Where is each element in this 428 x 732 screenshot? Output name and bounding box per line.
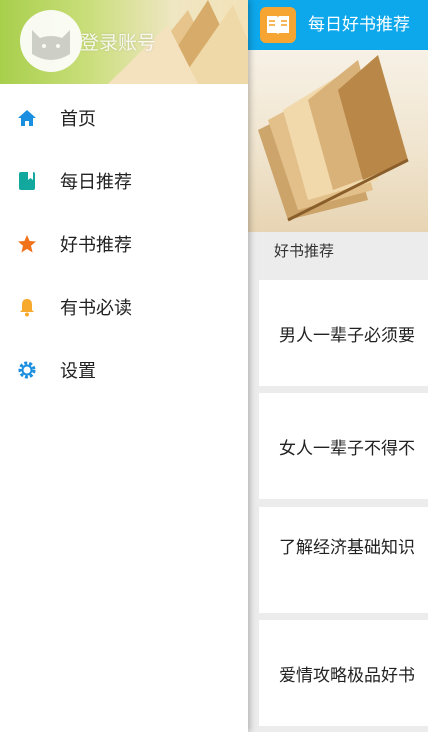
home-icon bbox=[16, 107, 38, 129]
drawer-header: 登录账号 bbox=[0, 0, 248, 84]
menu-item-label: 有书必读 bbox=[60, 297, 132, 319]
book-card-title: 爱情攻略极品好书 bbox=[279, 665, 415, 686]
menu-item-label: 好书推荐 bbox=[60, 234, 132, 256]
login-label[interactable]: 登录账号 bbox=[80, 28, 156, 55]
gear-icon bbox=[16, 359, 38, 381]
menu-item-settings[interactable]: 设置 bbox=[0, 338, 248, 401]
navigation-drawer: 登录账号 首页 每日推荐 好书推荐 有书必读 设置 bbox=[0, 0, 248, 732]
menu-item-label: 每日推荐 bbox=[60, 171, 132, 193]
star-icon bbox=[16, 233, 38, 255]
bookmark-book-icon bbox=[16, 170, 38, 192]
book-card-title: 男人一辈子必须要 bbox=[279, 325, 415, 346]
book-card-title: 了解经济基础知识 bbox=[279, 538, 415, 558]
menu-item-recommend[interactable]: 好书推荐 bbox=[0, 212, 248, 275]
book-card[interactable]: 男人一辈子必须要 bbox=[259, 280, 428, 386]
book-icon[interactable] bbox=[260, 7, 296, 43]
section-title: 好书推荐 bbox=[274, 242, 335, 260]
drawer-menu: 首页 每日推荐 好书推荐 有书必读 设置 bbox=[0, 86, 248, 401]
menu-item-label: 首页 bbox=[60, 108, 96, 130]
menu-item-daily[interactable]: 每日推荐 bbox=[0, 149, 248, 212]
menu-item-label: 设置 bbox=[60, 360, 96, 382]
book-card-title: 女人一辈子不得不 bbox=[279, 438, 415, 459]
book-card[interactable]: 爱情攻略极品好书 bbox=[259, 620, 428, 726]
banner-image[interactable] bbox=[248, 50, 428, 232]
toolbar-title: 每日好书推荐 bbox=[308, 15, 410, 35]
menu-item-must-read[interactable]: 有书必读 bbox=[0, 275, 248, 338]
bell-icon bbox=[16, 296, 38, 318]
book-card[interactable]: 女人一辈子不得不 bbox=[259, 393, 428, 499]
menu-item-home[interactable]: 首页 bbox=[0, 86, 248, 149]
cat-avatar-icon[interactable] bbox=[20, 10, 82, 72]
book-card[interactable]: 了解经济基础知识 bbox=[259, 507, 428, 613]
